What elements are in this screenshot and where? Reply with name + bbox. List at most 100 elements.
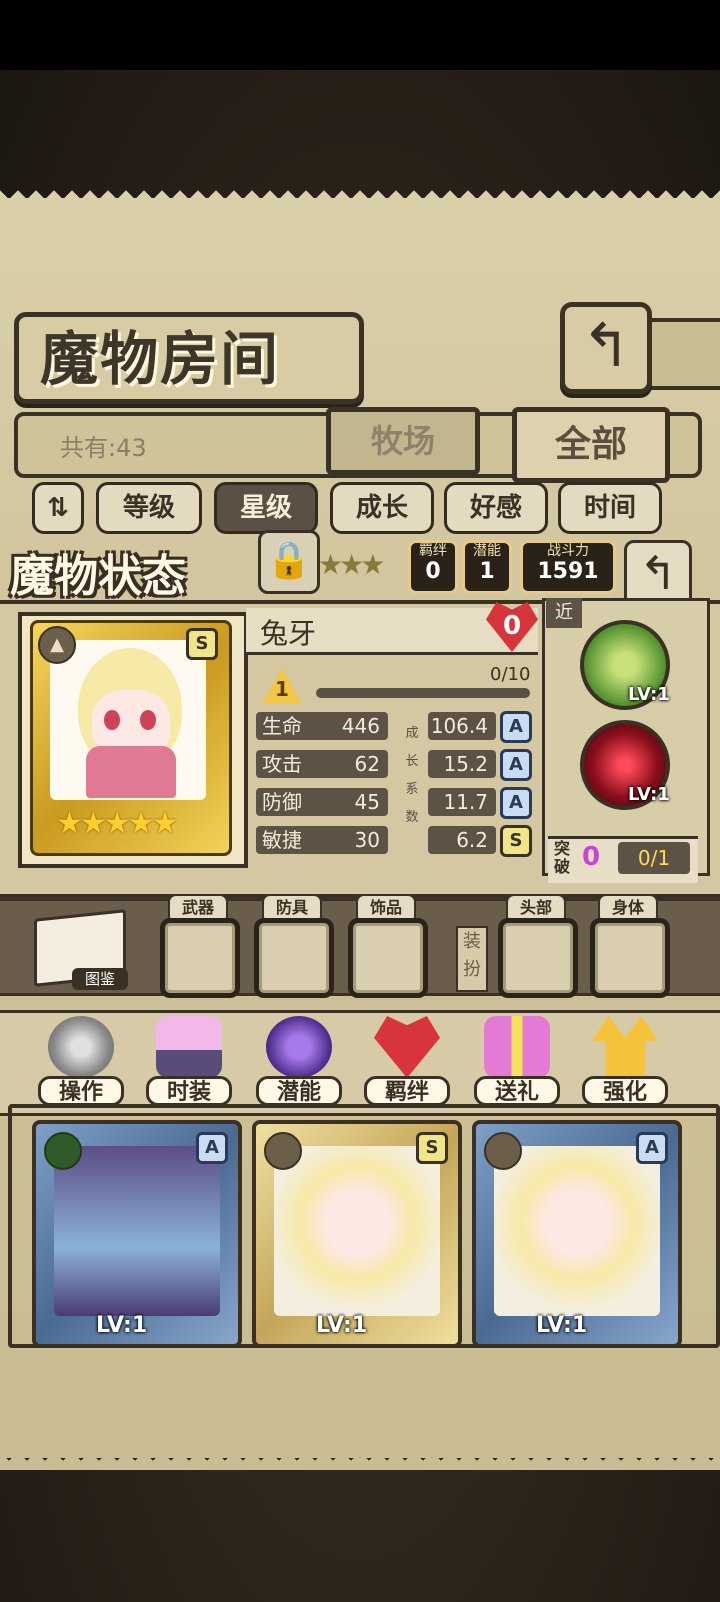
growth-hp: 106.4 [428,712,496,740]
fashion-label: 时装 [146,1076,232,1106]
sort-time-button[interactable]: 时间 [558,482,662,534]
return-arrow-icon: ↰ [638,546,678,600]
skill2-level: LV:1 [628,784,670,805]
growth-coefficient-label: 成 长 系 数 [404,720,420,832]
growth-atk: 15.2 [428,750,496,778]
stat-label: 攻击 [262,752,302,776]
sort-order-toggle[interactable]: ⇅ [32,482,84,534]
stat-label: 防御 [262,790,302,814]
stat-hp: 生命 446 [256,712,388,740]
codex-label: 图鉴 [72,968,128,990]
growth-def: 11.7 [428,788,496,816]
stat-atk: 攻击 62 [256,750,388,778]
lock-icon: 🔒 [266,540,312,581]
bond-value: 0 [425,559,441,584]
operate-button[interactable]: 操作 [38,1016,124,1108]
sort-level-button[interactable]: 等级 [96,482,202,534]
enhance-label: 强化 [582,1076,668,1106]
card-grade: A [196,1132,228,1164]
character-eye-right [140,710,156,730]
stat-value: 446 [341,714,380,738]
enhance-button[interactable]: 强化 [582,1016,668,1108]
stat-agi: 敏捷 30 [256,826,388,854]
sort-bar: ⇅ 等级 星级 成长 好感 时间 [24,482,696,534]
monster-count: 共有:43 [60,434,147,462]
stat-value: 30 [354,828,380,852]
stat-def: 防御 45 [256,788,388,816]
up-arrows-icon [592,1016,658,1078]
outfit-icon [156,1016,222,1078]
growth-label-char: 数 [405,810,419,825]
head-slot[interactable] [498,918,578,998]
gear-icon [48,1016,114,1078]
stat-label: 生命 [262,714,302,738]
dress-label: 装扮 [456,926,488,992]
power-stat: 战斗力 1591 [520,540,616,594]
monster-card[interactable]: S LV:1 [252,1120,462,1348]
monster-art [54,1146,220,1316]
back-rail [640,318,720,390]
operate-label: 操作 [38,1076,124,1106]
skill1-level: LV:1 [628,684,670,705]
affinity-value: 0 [502,611,522,641]
stat-label: 敏捷 [262,828,302,852]
bond-action-label: 羁绊 [364,1076,450,1106]
gift-icon [484,1016,550,1078]
card-level: LV:1 [536,1313,588,1338]
power-value: 1591 [537,559,599,584]
growth-label-char: 成 [405,726,419,741]
monster-card[interactable]: A LV:1 [472,1120,682,1348]
monster-name: 兔牙 [260,617,317,650]
bond-button[interactable]: 羁绊 [364,1016,450,1108]
character-eye-left [104,710,120,730]
stars-decoration: ★★★ [318,548,385,581]
card-level: LV:1 [316,1313,368,1338]
armor-slot[interactable] [254,918,334,998]
back-button[interactable]: ↰ [560,302,652,394]
torn-edge-bottom [0,1452,720,1470]
gift-label: 送礼 [474,1076,560,1106]
potential-button[interactable]: 潜能 [256,1016,342,1108]
growth-grade: A [500,787,532,819]
potential-value: 1 [479,559,495,584]
rank-type-icon [484,1132,522,1170]
grade-badge: S [186,628,218,660]
lock-button[interactable]: 🔒 [258,530,320,594]
leaf-type-icon [44,1132,82,1170]
stat-value: 45 [354,790,380,814]
power-label: 战斗力 [547,543,589,559]
rank-icon: ▲ [38,626,76,664]
weapon-slot[interactable] [160,918,240,998]
star-rating: ★★★★★ [56,806,178,841]
status-title: 魔物状态 [10,551,186,602]
sort-affinity-button[interactable]: 好感 [444,482,548,534]
monster-card[interactable]: A LV:1 [32,1120,242,1348]
growth-grade: A [500,749,532,781]
exp-bar [316,688,530,698]
page-title: 魔物房间 [40,325,281,393]
tab-all[interactable]: 全部 [512,407,670,483]
bond-stat: 羁绊 0 [408,540,458,594]
body-slot[interactable] [590,918,670,998]
tab-ranch[interactable]: 牧场 [326,407,480,475]
stat-value: 62 [354,752,380,776]
breakthrough-value: 0 [582,842,601,872]
potential-action-label: 潜能 [256,1076,342,1106]
rank-type-icon [264,1132,302,1170]
growth-agi: 6.2 [428,826,496,854]
hearts-icon [374,1016,440,1078]
return-arrow-icon: ↰ [580,311,632,381]
bond-label: 羁绊 [419,543,447,559]
fashion-button[interactable]: 时装 [146,1016,232,1108]
growth-grade: A [500,711,532,743]
sort-star-button[interactable]: 星级 [214,482,318,534]
potential-label: 潜能 [473,543,501,559]
gift-button[interactable]: 送礼 [474,1016,560,1108]
character-outfit [86,746,176,798]
card-grade: S [416,1132,448,1164]
growth-label-char: 长 [405,754,419,769]
accessory-slot[interactable] [348,918,428,998]
sort-growth-button[interactable]: 成长 [330,482,434,534]
range-tab: 近 [546,598,582,628]
monster-art [494,1146,660,1316]
